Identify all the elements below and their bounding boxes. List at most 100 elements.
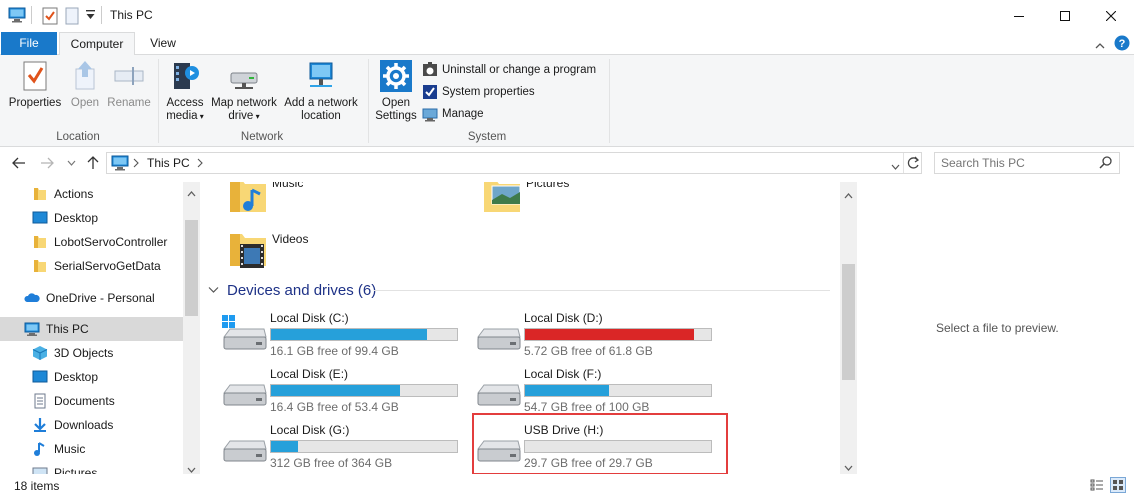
breadcrumb-chevron-icon[interactable] <box>133 157 139 171</box>
ribbon-separator <box>158 59 159 143</box>
back-arrow-icon[interactable] <box>10 154 28 172</box>
collapse-ribbon-icon[interactable] <box>1095 38 1105 52</box>
search-input[interactable] <box>941 155 1091 171</box>
network-group-label: Network <box>240 131 284 143</box>
preview-pane: Select a file to preview. <box>858 182 1134 474</box>
folder-videos[interactable]: Videos <box>228 230 308 270</box>
drive-tile[interactable]: Local Disk (G:) 312 GB free of 364 GB <box>218 421 468 470</box>
scroll-up-icon[interactable] <box>844 188 853 202</box>
minimize-button[interactable] <box>996 0 1042 32</box>
this-pc-icon[interactable] <box>8 7 26 25</box>
access-media-button[interactable]: Access media ▾ <box>163 59 207 123</box>
nav-item-music[interactable]: Music <box>0 437 183 461</box>
folder-pictures[interactable]: Pictures <box>482 182 569 214</box>
large-icons-view-icon[interactable] <box>1110 477 1126 493</box>
details-view-icon[interactable] <box>1090 478 1104 495</box>
manage-button[interactable]: Manage <box>422 105 484 123</box>
hard-drive-icon <box>223 440 267 462</box>
drive-name: Local Disk (C:) <box>270 311 349 325</box>
hard-drive-icon <box>477 384 521 406</box>
nav-item-label: Downloads <box>54 418 114 432</box>
desktop-icon <box>32 370 48 383</box>
customize-quick-access-icon[interactable] <box>86 9 95 27</box>
folder-music[interactable]: Music <box>228 182 303 214</box>
nav-item-desktop[interactable]: Desktop <box>0 365 183 389</box>
nav-item-serialservogetdata[interactable]: SerialServoGetData <box>0 254 183 278</box>
system-group-label: System <box>467 131 507 143</box>
documents-icon <box>34 393 46 409</box>
search-icon[interactable] <box>1099 156 1112 172</box>
system-properties-button[interactable]: System properties <box>422 83 535 101</box>
system-properties-label: System properties <box>442 86 535 98</box>
refresh-icon[interactable] <box>907 156 920 173</box>
nav-item-pictures[interactable]: Pictures <box>0 461 183 474</box>
access-media-label-2: media <box>166 110 198 122</box>
hard-drive-icon <box>477 328 521 350</box>
devices-and-drives-header[interactable]: Devices and drives (6) <box>208 281 376 299</box>
uninstall-icon <box>423 62 437 76</box>
breadcrumb-this-pc[interactable]: This PC <box>147 156 190 170</box>
recent-locations-chevron-icon[interactable] <box>62 154 80 172</box>
address-history-chevron-icon[interactable] <box>891 159 900 173</box>
open-settings-label-1: Open <box>381 97 411 109</box>
pictures-folder-icon <box>484 182 521 212</box>
file-list: Music Pictures Videos Devices and drives… <box>204 182 840 474</box>
nav-item-label: LobotServoController <box>54 235 168 249</box>
manage-icon <box>422 108 438 122</box>
drive-usage-fill <box>271 329 427 340</box>
help-icon[interactable]: ? <box>1114 35 1130 54</box>
drive-name: Local Disk (D:) <box>524 311 603 325</box>
nav-item-actions[interactable]: Actions <box>0 182 183 206</box>
properties-quick-icon[interactable] <box>42 7 58 25</box>
chevron-down-icon: ▾ <box>197 112 204 121</box>
drive-usage-fill <box>271 441 298 452</box>
properties-button[interactable]: Properties <box>6 59 64 110</box>
uninstall-program-button[interactable]: Uninstall or change a program <box>422 61 596 79</box>
navigation-scrollbar[interactable] <box>183 182 200 474</box>
drive-free-space: 312 GB free of 364 GB <box>270 456 393 470</box>
drive-tile[interactable]: Local Disk (E:) 16.4 GB free of 53.4 GB <box>218 365 468 414</box>
nav-item-label: Pictures <box>54 466 98 474</box>
add-network-location-button[interactable]: Add a network location <box>282 59 360 123</box>
nav-item-desktop-pinned[interactable]: Desktop <box>0 206 183 230</box>
settings-gear-icon <box>380 60 412 92</box>
usb-drive-highlight <box>472 413 728 474</box>
drive-tile[interactable]: Local Disk (F:) 54.7 GB free of 100 GB <box>472 365 722 414</box>
tab-file[interactable]: File <box>1 32 57 55</box>
access-media-icon <box>174 63 199 89</box>
open-settings-button[interactable]: Open Settings <box>372 59 420 123</box>
nav-item-3d-objects[interactable]: 3D Objects <box>0 341 183 365</box>
drive-tile[interactable]: Local Disk (D:) 5.72 GB free of 61.8 GB <box>472 309 722 358</box>
nav-item-label: SerialServoGetData <box>54 259 161 273</box>
preview-message: Select a file to preview. <box>936 321 1059 335</box>
drive-free-space: 54.7 GB free of 100 GB <box>524 400 650 414</box>
nav-item-documents[interactable]: Documents <box>0 389 183 413</box>
pictures-icon <box>32 467 48 474</box>
scroll-up-icon[interactable] <box>187 186 196 200</box>
open-button[interactable]: Open <box>66 59 104 110</box>
new-folder-quick-icon[interactable] <box>65 7 79 25</box>
scrollbar-thumb[interactable] <box>185 220 198 316</box>
map-network-drive-button[interactable]: Map network drive ▾ <box>207 59 281 123</box>
address-bar[interactable]: This PC <box>106 152 922 174</box>
breadcrumb-chevron-icon[interactable] <box>197 157 203 171</box>
forward-arrow-icon[interactable] <box>38 154 56 172</box>
nav-item-onedrive[interactable]: OneDrive - Personal <box>0 286 183 310</box>
nav-item-downloads[interactable]: Downloads <box>0 413 183 437</box>
ribbon-separator <box>368 59 369 143</box>
up-arrow-icon[interactable] <box>84 154 102 172</box>
folder-label: Videos <box>272 232 309 246</box>
search-box[interactable] <box>934 152 1120 174</box>
drive-tile[interactable]: Local Disk (C:) 16.1 GB free of 99.4 GB <box>218 309 468 358</box>
rename-button[interactable]: Rename <box>106 59 152 110</box>
drive-free-space: 16.1 GB free of 99.4 GB <box>270 344 399 358</box>
nav-item-this-pc[interactable]: This PC <box>0 317 183 341</box>
content-scrollbar[interactable] <box>840 182 857 474</box>
scroll-down-icon[interactable] <box>844 460 853 474</box>
tab-view[interactable]: View <box>140 32 186 55</box>
nav-item-lobotservocontroller[interactable]: LobotServoController <box>0 230 183 254</box>
tab-computer[interactable]: Computer <box>59 32 135 56</box>
close-button[interactable] <box>1088 0 1134 32</box>
scrollbar-thumb[interactable] <box>842 264 855 380</box>
maximize-button[interactable] <box>1042 0 1088 32</box>
